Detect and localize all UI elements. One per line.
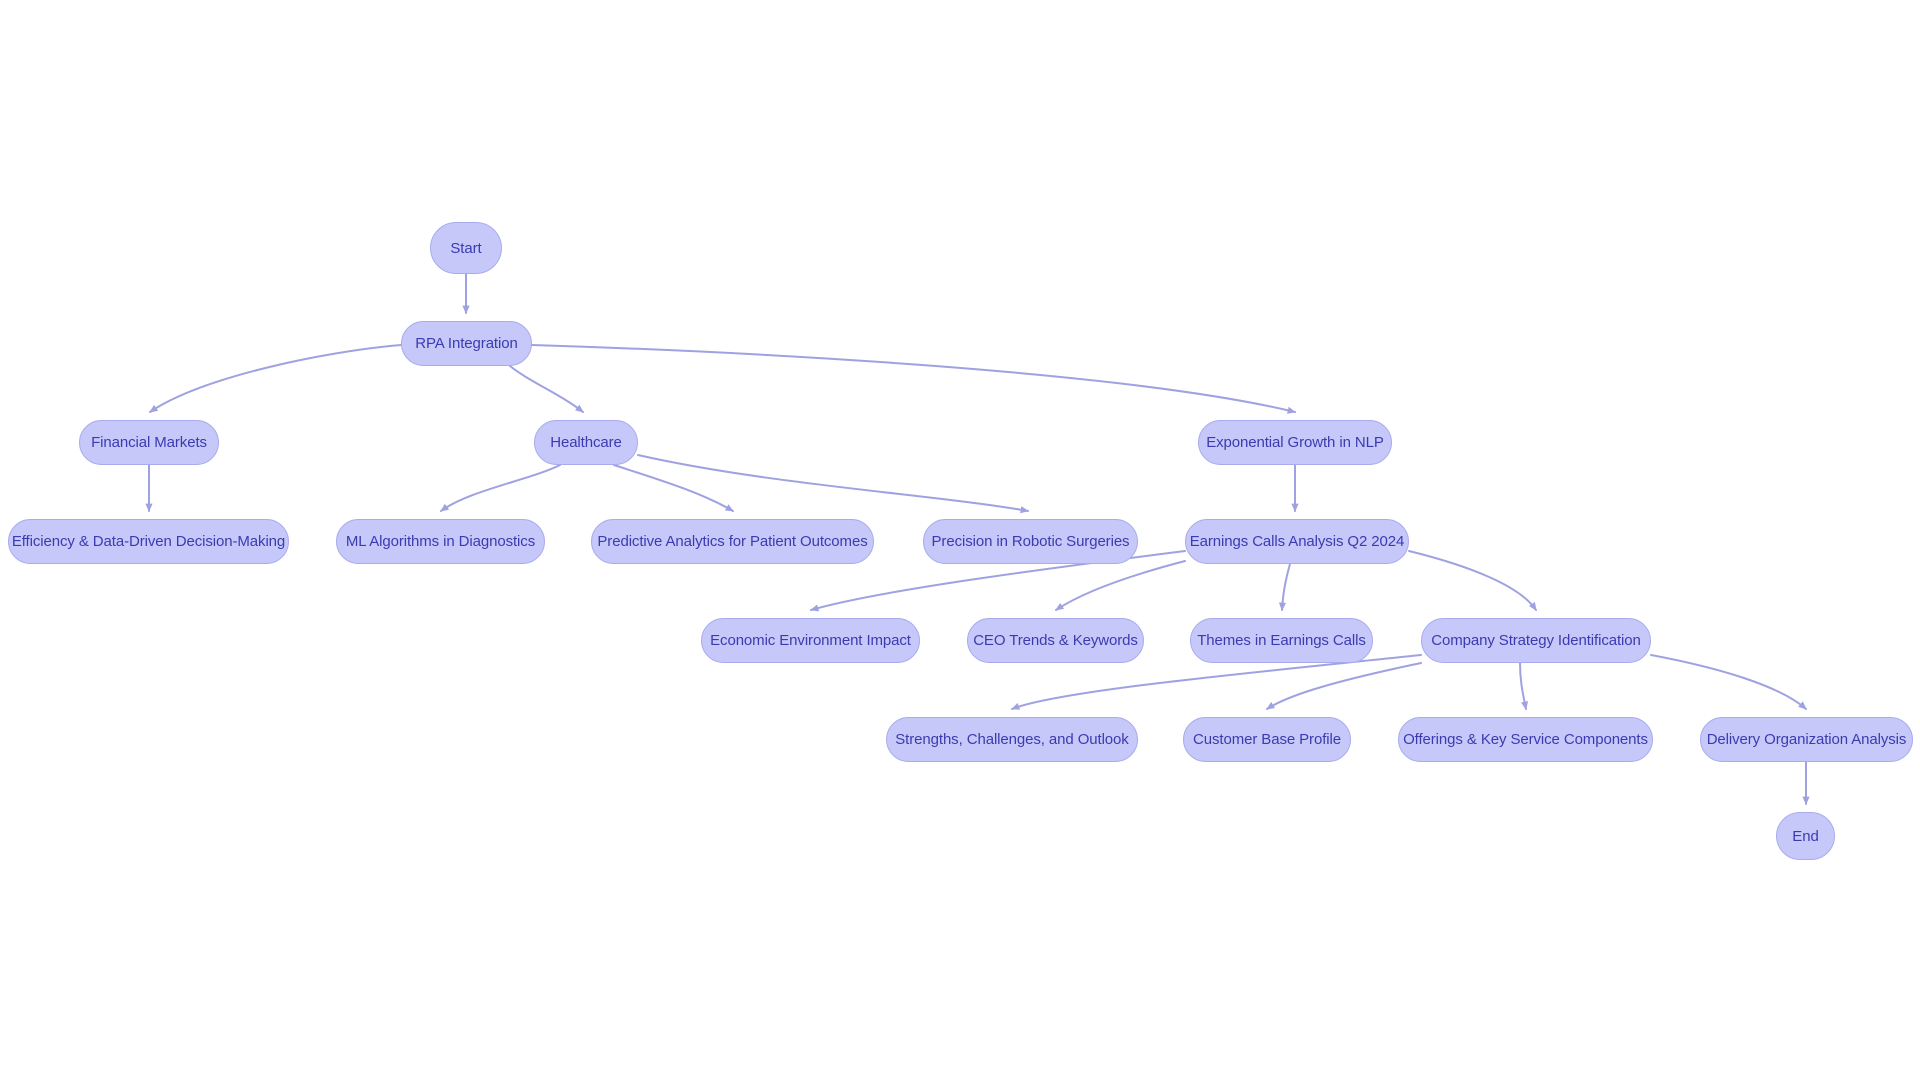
node-label-rpa: RPA Integration bbox=[415, 335, 518, 352]
edge-strategy-to-customer bbox=[1266, 662, 1422, 710]
edge-health-to-robot bbox=[637, 454, 1029, 514]
node-themes[interactable]: Themes in Earnings Calls bbox=[1190, 618, 1373, 663]
edge-health-to-ml bbox=[440, 464, 561, 512]
node-strategy[interactable]: Company Strategy Identification bbox=[1421, 618, 1651, 663]
node-label-ceo: CEO Trends & Keywords bbox=[973, 632, 1138, 649]
node-label-fin: Financial Markets bbox=[91, 434, 207, 451]
node-ml[interactable]: ML Algorithms in Diagnostics bbox=[336, 519, 545, 564]
edge-earn-to-strategy bbox=[1408, 550, 1537, 611]
edge-strategy-to-delivery bbox=[1650, 654, 1807, 710]
node-label-customer: Customer Base Profile bbox=[1193, 731, 1341, 748]
node-customer[interactable]: Customer Base Profile bbox=[1183, 717, 1351, 762]
node-nlp[interactable]: Exponential Growth in NLP bbox=[1198, 420, 1392, 465]
node-label-econ: Economic Environment Impact bbox=[710, 632, 911, 649]
edge-health-to-pred bbox=[613, 464, 734, 512]
node-robot[interactable]: Precision in Robotic Surgeries bbox=[923, 519, 1138, 564]
edge-rpa-to-health bbox=[509, 365, 584, 413]
node-econ[interactable]: Economic Environment Impact bbox=[701, 618, 920, 663]
node-label-delivery: Delivery Organization Analysis bbox=[1706, 731, 1907, 748]
node-ceo[interactable]: CEO Trends & Keywords bbox=[967, 618, 1144, 663]
edge-strategy-to-strengths bbox=[1011, 654, 1422, 710]
node-delivery[interactable]: Delivery Organization Analysis bbox=[1700, 717, 1913, 762]
node-label-strategy: Company Strategy Identification bbox=[1431, 632, 1641, 649]
node-offerings[interactable]: Offerings & Key Service Components bbox=[1398, 717, 1653, 762]
node-strengths[interactable]: Strengths, Challenges, and Outlook bbox=[886, 717, 1138, 762]
node-label-pred: Predictive Analytics for Patient Outcome… bbox=[597, 533, 868, 550]
edge-rpa-to-nlp bbox=[531, 344, 1296, 414]
node-pred[interactable]: Predictive Analytics for Patient Outcome… bbox=[591, 519, 874, 564]
edge-strategy-to-offerings bbox=[1519, 662, 1529, 710]
node-label-ml: ML Algorithms in Diagnostics bbox=[345, 533, 536, 550]
node-label-nlp: Exponential Growth in NLP bbox=[1206, 434, 1384, 451]
node-health[interactable]: Healthcare bbox=[534, 420, 638, 465]
node-earn[interactable]: Earnings Calls Analysis Q2 2024 bbox=[1185, 519, 1409, 564]
node-label-robot: Precision in Robotic Surgeries bbox=[931, 533, 1130, 550]
node-label-health: Healthcare bbox=[550, 434, 622, 451]
node-label-earn: Earnings Calls Analysis Q2 2024 bbox=[1189, 533, 1405, 550]
node-end[interactable]: End bbox=[1776, 812, 1835, 860]
edge-earn-to-ceo bbox=[1055, 560, 1186, 611]
flowchart-canvas: Start RPA Integration Financial Markets Hea… bbox=[0, 0, 1920, 1080]
node-label-eff: Efficiency & Data-Driven Decision-Making bbox=[11, 533, 286, 550]
node-label-end: End bbox=[1792, 827, 1819, 845]
node-label-strengths: Strengths, Challenges, and Outlook bbox=[895, 731, 1129, 748]
node-eff[interactable]: Efficiency & Data-Driven Decision-Making bbox=[8, 519, 289, 564]
node-start[interactable]: Start bbox=[430, 222, 502, 274]
node-fin[interactable]: Financial Markets bbox=[79, 420, 219, 465]
node-label-start: Start bbox=[450, 239, 482, 257]
node-label-themes: Themes in Earnings Calls bbox=[1197, 632, 1366, 649]
node-label-offerings: Offerings & Key Service Components bbox=[1403, 731, 1648, 748]
node-rpa[interactable]: RPA Integration bbox=[401, 321, 532, 366]
edge-rpa-to-fin bbox=[149, 344, 402, 413]
edge-earn-to-themes bbox=[1278, 563, 1291, 611]
